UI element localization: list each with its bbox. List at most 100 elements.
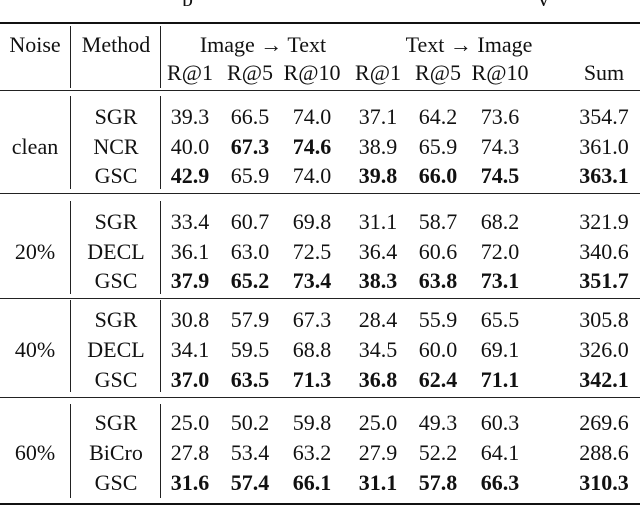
noise-level: 60%: [14, 440, 56, 465]
metric-value: 31.6: [170, 470, 210, 495]
metric-value: 321.9: [579, 209, 629, 234]
metric-value: 68.8: [292, 337, 332, 362]
method-name: DECL: [87, 239, 145, 264]
metric-value: 57.4: [230, 470, 270, 495]
section-rule: [0, 193, 640, 195]
metric-value: 66.1: [292, 470, 332, 495]
metric-value: 340.6: [579, 239, 629, 264]
header-noise: Noise: [9, 32, 61, 57]
metric-value: 63.8: [418, 268, 458, 293]
noise-level: 40%: [14, 337, 56, 362]
column-divider: [160, 201, 162, 294]
metric-value: 39.3: [170, 104, 210, 129]
metric-value: 67.3: [292, 307, 332, 332]
column-divider: [70, 26, 72, 88]
metric-value: 67.3: [230, 134, 270, 159]
header-group-text-to-image: Text → Image: [405, 32, 533, 57]
section-rule: [0, 397, 640, 399]
method-name: GSC: [94, 367, 138, 392]
metric-value: 37.9: [170, 268, 210, 293]
metric-value: 269.6: [579, 410, 629, 435]
metric-value: 71.1: [480, 367, 520, 392]
metric-value: 52.2: [418, 440, 458, 465]
metric-value: 326.0: [579, 337, 629, 362]
method-name: GSC: [94, 470, 138, 495]
metric-value: 64.2: [418, 104, 458, 129]
metric-value: 57.9: [230, 307, 270, 332]
caption-cutoff: p y: [0, 0, 640, 6]
metric-value: 36.1: [170, 239, 210, 264]
metric-value: 27.8: [170, 440, 210, 465]
header-group-image-to-text: Image → Text: [199, 32, 327, 57]
metric-value: 25.0: [170, 410, 210, 435]
column-divider: [160, 26, 162, 88]
metric-value: 59.8: [292, 410, 332, 435]
header-col-sum-6: Sum: [583, 60, 625, 85]
method-name: SGR: [94, 209, 138, 234]
header-col-r-at-1-0: R@1: [167, 60, 213, 85]
column-divider: [70, 96, 72, 189]
metric-value: 28.4: [358, 307, 398, 332]
metric-value: 36.4: [358, 239, 398, 264]
metric-value: 59.5: [230, 337, 270, 362]
header-col-r-at-1-3: R@1: [355, 60, 401, 85]
header-col-r-at-10-5: R@10: [471, 60, 529, 85]
metric-value: 68.2: [480, 209, 520, 234]
metric-value: 74.0: [292, 163, 332, 188]
method-name: NCR: [93, 134, 139, 159]
method-name: DECL: [87, 337, 145, 362]
metric-value: 74.5: [480, 163, 520, 188]
metric-value: 60.6: [418, 239, 458, 264]
header-col-r-at-10-2: R@10: [283, 60, 341, 85]
metric-value: 66.5: [230, 104, 270, 129]
metric-value: 66.3: [480, 470, 520, 495]
metric-value: 72.5: [292, 239, 332, 264]
column-divider: [160, 300, 162, 392]
metric-value: 49.3: [418, 410, 458, 435]
metric-value: 34.1: [170, 337, 210, 362]
method-name: GSC: [94, 268, 138, 293]
mid-rule: [0, 90, 640, 92]
metric-value: 33.4: [170, 209, 210, 234]
metric-value: 361.0: [579, 134, 629, 159]
metric-value: 69.8: [292, 209, 332, 234]
metric-value: 73.1: [480, 268, 520, 293]
metric-value: 74.6: [292, 134, 332, 159]
metric-value: 354.7: [579, 104, 629, 129]
metric-value: 66.0: [418, 163, 458, 188]
metric-value: 63.0: [230, 239, 270, 264]
metric-value: 36.8: [358, 367, 398, 392]
metric-value: 60.3: [480, 410, 520, 435]
metric-value: 50.2: [230, 410, 270, 435]
metric-value: 31.1: [358, 209, 398, 234]
metric-value: 38.3: [358, 268, 398, 293]
metric-value: 69.1: [480, 337, 520, 362]
metric-value: 37.0: [170, 367, 210, 392]
metric-value: 64.1: [480, 440, 520, 465]
metric-value: 60.0: [418, 337, 458, 362]
metric-value: 42.9: [170, 163, 210, 188]
method-name: SGR: [94, 410, 138, 435]
metric-value: 363.1: [579, 163, 629, 188]
method-name: SGR: [94, 104, 138, 129]
metric-value: 305.8: [579, 307, 629, 332]
metric-value: 27.9: [358, 440, 398, 465]
column-divider: [70, 404, 72, 498]
metric-value: 34.5: [358, 337, 398, 362]
top-rule: [0, 22, 640, 24]
metric-value: 74.0: [292, 104, 332, 129]
noise-level: 20%: [14, 239, 56, 264]
metric-value: 30.8: [170, 307, 210, 332]
metric-value: 73.4: [292, 268, 332, 293]
column-divider: [70, 300, 72, 392]
metric-value: 53.4: [230, 440, 270, 465]
metric-value: 351.7: [579, 268, 629, 293]
noise-level: clean: [11, 134, 59, 159]
metric-value: 65.2: [230, 268, 270, 293]
metric-value: 25.0: [358, 410, 398, 435]
metric-value: 65.5: [480, 307, 520, 332]
metric-value: 310.3: [579, 470, 629, 495]
column-divider: [160, 96, 162, 189]
section-rule: [0, 298, 640, 300]
metric-value: 38.9: [358, 134, 398, 159]
